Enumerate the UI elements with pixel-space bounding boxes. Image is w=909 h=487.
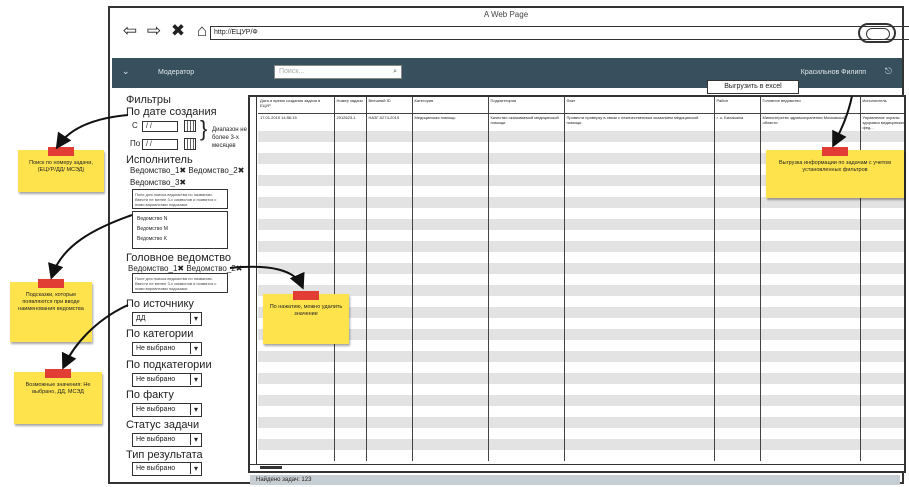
arrow-hints: [48, 214, 133, 280]
arrow-delete: [229, 265, 305, 290]
arrow-search: [55, 114, 129, 150]
arrow-values: [61, 304, 129, 370]
annotation-arrows: [48, 95, 853, 370]
arrow-export: [832, 95, 853, 148]
